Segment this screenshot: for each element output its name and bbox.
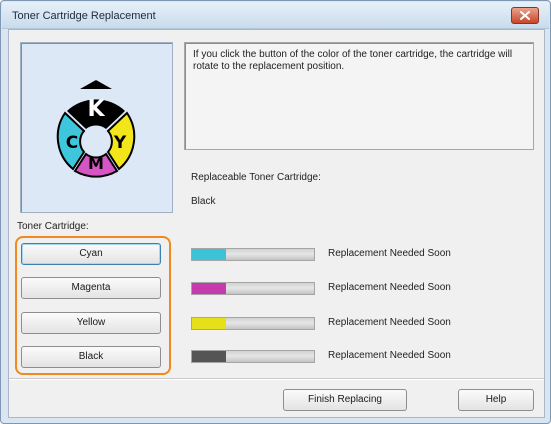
wheel-hub [82, 128, 110, 156]
wheel-letter-y: Y [113, 133, 127, 153]
black-button[interactable]: Black [21, 346, 161, 368]
yellow-level-fill [192, 318, 227, 329]
wheel-letter-c: C [66, 133, 78, 153]
black-level-bar [191, 350, 315, 363]
wheel-letter-k: K [87, 97, 105, 122]
yellow-level-bar [191, 317, 315, 330]
black-level-fill [192, 351, 227, 362]
cartridge-wheel-panel: K C Y M [20, 42, 173, 213]
toner-replacement-window: Toner Cartridge Replacement K C Y M If y… [0, 0, 551, 424]
footer-divider [9, 378, 544, 380]
finish-replacing-button[interactable]: Finish Replacing [283, 389, 407, 411]
toner-cartridge-label: Toner Cartridge: [17, 221, 89, 232]
yellow-button[interactable]: Yellow [21, 312, 161, 334]
magenta-level-bar [191, 282, 315, 295]
close-button[interactable] [511, 7, 539, 24]
window-title: Toner Cartridge Replacement [12, 10, 156, 22]
cyan-level-fill [192, 249, 227, 260]
toner-wheel-diagram: K C Y M [56, 80, 136, 178]
replaceable-cartridge-value: Black [191, 196, 216, 207]
title-bar[interactable]: Toner Cartridge Replacement [2, 2, 549, 29]
dialog-client-area: K C Y M If you click the button of the c… [8, 29, 545, 418]
wheel-arrow [80, 80, 112, 89]
help-button[interactable]: Help [458, 389, 534, 411]
cyan-button[interactable]: Cyan [21, 243, 161, 265]
black-status: Replacement Needed Soon [328, 350, 451, 361]
instruction-message: If you click the button of the color of … [193, 49, 513, 72]
cyan-status: Replacement Needed Soon [328, 248, 451, 259]
wheel-letter-m: M [88, 154, 104, 173]
magenta-level-fill [192, 283, 227, 294]
magenta-button[interactable]: Magenta [21, 277, 161, 299]
instruction-message-box: If you click the button of the color of … [184, 42, 534, 150]
close-icon [520, 11, 530, 20]
yellow-status: Replacement Needed Soon [328, 317, 451, 328]
magenta-status: Replacement Needed Soon [328, 282, 451, 293]
replaceable-cartridge-label: Replaceable Toner Cartridge: [191, 172, 321, 183]
cyan-level-bar [191, 248, 315, 261]
